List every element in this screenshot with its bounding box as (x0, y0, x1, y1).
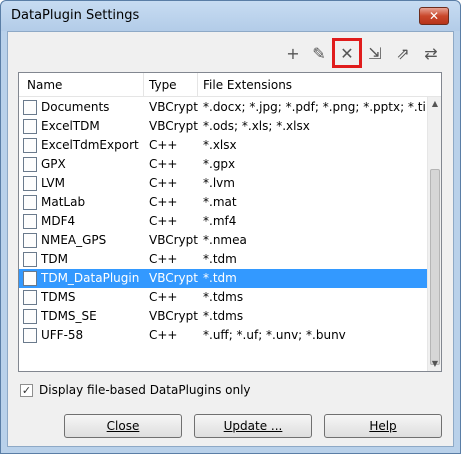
list-header: Name Type File Extensions (19, 73, 441, 97)
cell-name: TDMS_SE (41, 309, 97, 323)
import-icon[interactable]: ⇲ (364, 42, 386, 64)
file-based-only-label[interactable]: Display file-based DataPlugins only (39, 383, 251, 397)
cell-type: VBCrypt (149, 233, 198, 247)
file-icon (23, 138, 37, 153)
table-row[interactable]: Documents VBCrypt *.docx; *.jpg; *.pdf; *.… (19, 98, 427, 117)
help-button[interactable]: Help (324, 414, 442, 438)
cell-name: Documents (41, 100, 110, 114)
tdms-icon (23, 290, 37, 305)
nmea-icon (23, 233, 37, 248)
scroll-down-icon[interactable]: ▼ (430, 359, 440, 369)
tdms-se-icon (23, 309, 37, 324)
close-button[interactable]: Close (64, 414, 182, 438)
table-row[interactable]: ExcelTDM VBCrypt *.ods; *.xls; *.xlsx (19, 117, 427, 136)
cell-name: GPX (41, 157, 66, 171)
cell-extensions: *.xlsx (203, 138, 237, 152)
cell-extensions: *.tdms (203, 309, 244, 323)
scrollbar-thumb[interactable] (430, 169, 440, 365)
cell-type: C++ (149, 252, 178, 266)
cell-extensions: *.tdm (203, 252, 237, 266)
file-icon (23, 271, 37, 286)
table-row[interactable]: MatLab C++ *.mat (19, 193, 427, 212)
cell-name: LVM (41, 176, 65, 190)
cell-extensions: *.gpx (203, 157, 236, 171)
cell-name: TDM (41, 252, 68, 266)
cell-extensions: *.lvm (203, 176, 235, 190)
table-row[interactable]: UFF-58 C++ *.uff; *.uf; *.unv; *.bunv (19, 326, 427, 345)
cell-type: C++ (149, 195, 178, 209)
delete-icon[interactable]: ✕ (332, 38, 362, 68)
dialog-body: + ✎ ✕ ⇲ ⇗ ⇄ Name Type File Extensions Documen… (7, 31, 454, 447)
vertical-scrollbar[interactable]: ▲ ▼ (427, 97, 441, 371)
cell-extensions: *.uff; *.uf; *.unv; *.bunv (203, 328, 346, 342)
cell-name: NMEA_GPS (41, 233, 107, 247)
cell-extensions: *.docx; *.jpg; *.pdf; *.png; *.pptx; *.t… (203, 100, 425, 114)
cell-extensions: *.ods; *.xls; *.xlsx (203, 119, 310, 133)
cell-type: C++ (149, 176, 178, 190)
file-icon (23, 328, 37, 343)
cell-extensions: *.tdm (203, 271, 237, 285)
transfer-icon[interactable]: ⇄ (420, 42, 442, 64)
column-header-type[interactable]: Type (149, 78, 177, 92)
file-based-only-checkbox[interactable]: ✓ (20, 384, 33, 397)
gpx-icon (23, 157, 37, 172)
file-icon (23, 195, 37, 210)
window-close-button[interactable]: ✕ (419, 7, 449, 25)
cell-type: VBCrypt (149, 271, 198, 285)
cell-type: VBCrypt (149, 100, 198, 114)
cell-type: C++ (149, 290, 178, 304)
window-title: DataPlugin Settings (11, 8, 140, 23)
cell-extensions: *.tdms (203, 290, 244, 304)
table-row[interactable]: NMEA_GPS VBCrypt *.nmea (19, 231, 427, 250)
column-header-name[interactable]: Name (27, 78, 62, 92)
cell-extensions: *.nmea (203, 233, 247, 247)
cell-name: MatLab (41, 195, 86, 209)
cell-type: C++ (149, 157, 178, 171)
table-row[interactable]: TDMS C++ *.tdms (19, 288, 427, 307)
file-icon (23, 214, 37, 229)
table-row[interactable]: GPX C++ *.gpx (19, 155, 427, 174)
column-divider[interactable] (197, 73, 198, 96)
cell-type: VBCrypt (149, 309, 198, 323)
table-row[interactable]: TDMS_SE VBCrypt *.tdms (19, 307, 427, 326)
scroll-up-icon[interactable]: ▲ (430, 99, 440, 109)
table-row[interactable]: LVM C++ *.lvm (19, 174, 427, 193)
update-button[interactable]: Update ... (194, 414, 312, 438)
cell-type: C++ (149, 214, 178, 228)
table-row[interactable]: TDM_DataPlugin VBCrypt *.tdm (19, 269, 427, 288)
excel-icon (23, 119, 37, 134)
add-icon[interactable]: + (282, 42, 304, 64)
doc-icon (23, 100, 37, 115)
cell-type: VBCrypt (149, 119, 198, 133)
edit-icon[interactable]: ✎ (308, 42, 330, 64)
cell-name: ExcelTdmExport (41, 138, 139, 152)
lvm-icon (23, 176, 37, 191)
cell-extensions: *.mat (203, 195, 237, 209)
cell-name: MDF4 (41, 214, 76, 228)
cell-type: C++ (149, 328, 178, 342)
cell-name: UFF-58 (41, 328, 84, 342)
cell-extensions: *.mf4 (203, 214, 237, 228)
column-header-extensions[interactable]: File Extensions (203, 78, 292, 92)
tdm-icon (23, 252, 37, 267)
dataplugin-list[interactable]: Name Type File Extensions Documents VBCry… (18, 72, 442, 372)
table-row[interactable]: ExcelTdmExport C++ *.xlsx (19, 136, 427, 155)
title-bar: DataPlugin Settings ✕ (1, 1, 460, 31)
table-row[interactable]: MDF4 C++ *.mf4 (19, 212, 427, 231)
cell-name: ExcelTDM (41, 119, 100, 133)
table-row[interactable]: TDM C++ *.tdm (19, 250, 427, 269)
cell-type: C++ (149, 138, 178, 152)
export-icon[interactable]: ⇗ (392, 42, 414, 64)
column-divider[interactable] (143, 73, 144, 96)
cell-name: TDM_DataPlugin (41, 271, 140, 285)
dataplugin-settings-dialog: DataPlugin Settings ✕ + ✎ ✕ ⇲ ⇗ ⇄ Name Type F… (0, 0, 461, 454)
cell-name: TDMS (41, 290, 76, 304)
